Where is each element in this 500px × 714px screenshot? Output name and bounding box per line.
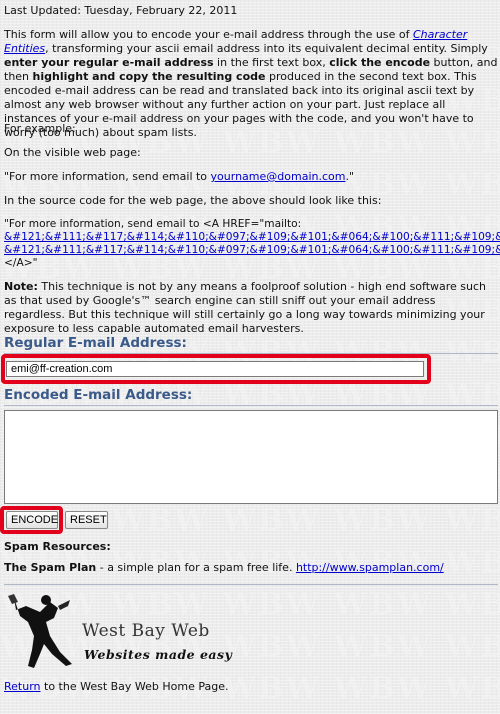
code-link[interactable]: &#121;&#111;&#117;&#114;&#110;&#097;&#10…: [4, 231, 500, 243]
spam-plan-desc: - a simple plan for a spam free life.: [96, 561, 296, 574]
spam-resources-heading: Spam Resources:: [4, 540, 111, 553]
logo-name: West Bay Web: [82, 621, 210, 641]
intro-text: in the first text box,: [213, 56, 330, 69]
intro-bold: enter your regular e-mail address: [4, 56, 214, 69]
last-updated: Last Updated: Tuesday, February 22, 2011: [4, 4, 238, 17]
spamplan-link[interactable]: http://www.spamplan.com/: [296, 561, 444, 574]
visible-example-text: "For more information, send email to: [4, 170, 211, 183]
intro-bold: highlight and copy the resulting code: [32, 70, 266, 83]
source-code-label: In the source code for the web page, the…: [4, 194, 382, 207]
note-paragraph: Note: This technique is not by any means…: [4, 280, 498, 336]
code-line: </A>": [4, 257, 38, 269]
visible-example-text: .": [345, 170, 355, 183]
divider: [4, 584, 498, 585]
regular-email-heading: Regular E-mail Address:: [4, 335, 187, 351]
code-link[interactable]: &#121;&#111;&#117;&#114;&#110;&#097;&#10…: [4, 244, 500, 256]
note-text: This technique is not by any means a foo…: [4, 280, 487, 335]
example-email-link[interactable]: yourname@domain.com: [211, 170, 346, 183]
footer-return: Return to the West Bay Web Home Page.: [4, 680, 229, 694]
intro-paragraph: This form will allow you to encode your …: [4, 28, 498, 140]
note-label: Note:: [4, 280, 38, 293]
code-line: &#121;&#111;&#117;&#114;&#110;&#097;&#10…: [4, 244, 500, 257]
logo-tagline: Websites made easy: [84, 647, 233, 662]
encoded-email-textarea[interactable]: [4, 410, 498, 504]
for-example-label: For example:: [4, 122, 76, 135]
reset-button[interactable]: RESET: [65, 511, 108, 529]
encode-button[interactable]: ENCODE: [6, 511, 58, 529]
code-example: "For more information, send email to <A …: [4, 218, 500, 270]
sailor-figure-icon: [8, 594, 72, 668]
intro-bold: click the encode: [329, 56, 431, 69]
encoded-email-heading: Encoded E-mail Address:: [4, 387, 193, 403]
visible-example: "For more information, send email to you…: [4, 170, 354, 184]
spam-resource-item: The Spam Plan - a simple plan for a spam…: [4, 561, 444, 575]
spam-plan-title: The Spam Plan: [4, 561, 97, 574]
visible-page-label: On the visible web page:: [4, 146, 141, 159]
divider: [4, 405, 498, 406]
footer-text: to the West Bay Web Home Page.: [40, 680, 229, 693]
intro-text: This form will allow you to encode your …: [4, 28, 413, 41]
regular-email-input[interactable]: [6, 361, 424, 377]
code-line: &#121;&#111;&#117;&#114;&#110;&#097;&#10…: [4, 231, 500, 244]
west-bay-web-logo[interactable]: West Bay Web Websites made easy: [6, 592, 236, 672]
intro-text: , transforming your ascii email address …: [45, 42, 488, 55]
code-line: "For more information, send email to <A …: [4, 218, 302, 230]
return-link[interactable]: Return: [4, 680, 41, 693]
